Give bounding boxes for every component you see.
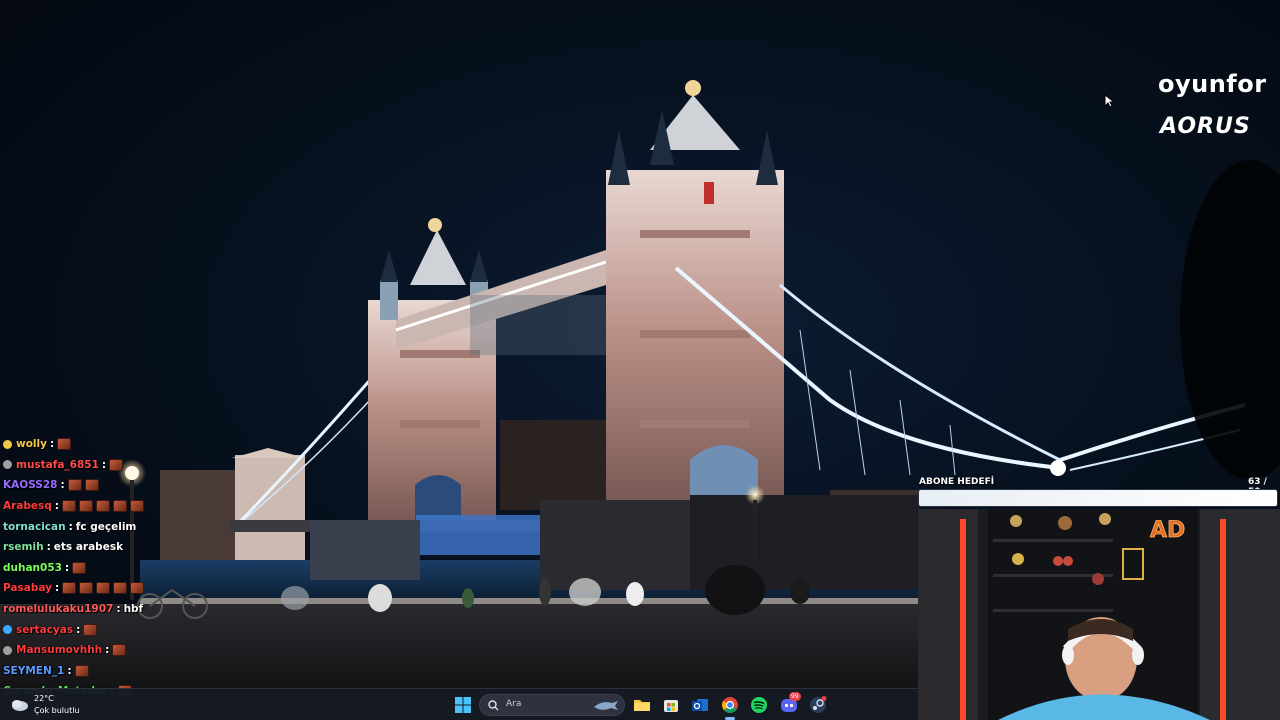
mouse-cursor-icon — [1104, 94, 1116, 108]
chat-message: SEYMEN_1: — [3, 661, 243, 682]
subscriber-goal-progress-bar — [918, 489, 1278, 507]
chat-separator: : — [116, 603, 121, 616]
cloud-weather-icon — [12, 700, 28, 711]
chat-separator: : — [68, 520, 73, 533]
chat-emote-icon — [62, 500, 76, 513]
chrome-icon[interactable] — [720, 695, 740, 715]
aorus-logo-text: AORUS — [1160, 114, 1251, 139]
search-highlight-icon — [594, 701, 618, 710]
weather-description: Çok bulutlu — [34, 706, 80, 715]
chat-emote-icon — [130, 582, 145, 595]
chat-overlay: wolly: mustafa_6851: KAOSS28: Arabesq: torna… — [3, 434, 243, 702]
chat-emote-icon — [113, 500, 127, 513]
windows-taskbar: 22°C Çok bulutlu Ara 99 — [0, 688, 918, 720]
oyunfor-logo: oyunfor — [1158, 70, 1267, 98]
chat-message: tornacican: fc geçelim — [3, 516, 243, 537]
chat-username[interactable]: Pasabay — [3, 582, 52, 594]
chat-separator: : — [46, 541, 51, 554]
chat-separator: : — [67, 664, 72, 677]
chat-message: KAOSS28: — [3, 475, 243, 496]
microsoft-store-icon[interactable] — [661, 695, 681, 715]
chat-username[interactable]: mustafa_6851 — [16, 459, 99, 471]
steam-icon[interactable] — [808, 695, 828, 715]
chat-separator: : — [54, 582, 60, 595]
chat-username[interactable]: rsemih — [3, 541, 44, 553]
chat-emote-icon — [130, 500, 144, 513]
chat-badge-icon — [3, 460, 12, 470]
chat-username[interactable]: wolly — [16, 438, 47, 450]
chat-username[interactable]: SEYMEN_1 — [3, 665, 64, 677]
chat-separator: : — [101, 458, 107, 471]
oyunfor-logo-text: oyunfor — [1158, 70, 1267, 98]
chat-emote-icon — [72, 561, 87, 574]
file-explorer-icon[interactable] — [632, 695, 652, 715]
chat-separator: : — [64, 561, 70, 574]
chat-separator: : — [49, 438, 55, 451]
chat-emote-icon — [84, 479, 99, 492]
outlook-icon[interactable] — [690, 695, 710, 715]
search-icon — [488, 700, 499, 711]
chat-emote-icon — [57, 438, 72, 451]
chat-separator: : — [76, 623, 81, 636]
aorus-logo: AORUS — [1160, 114, 1251, 139]
desktop-stream-view: oyunfor AORUS wolly: mustafa_6851: KAOSS28… — [0, 0, 1280, 720]
chat-message: mustafa_6851: — [3, 455, 243, 476]
webcam-feed: AD — [918, 509, 1280, 720]
chat-username[interactable]: Mansumovhhh — [16, 644, 102, 656]
chat-message: duhan053: — [3, 558, 243, 579]
chat-emote-icon — [96, 500, 110, 513]
search-placeholder: Ara — [506, 699, 522, 709]
chat-message: Pasabay: — [3, 578, 243, 599]
chat-emote-icon — [62, 582, 77, 595]
chat-emote-icon — [79, 500, 93, 513]
subscriber-goal-label: ABONE HEDEFİ — [919, 477, 995, 487]
chat-username[interactable]: sertacyas — [16, 624, 73, 636]
chat-separator: : — [54, 500, 59, 513]
chat-message: rsemih: ets arabesk — [3, 537, 243, 558]
chat-emote-icon — [67, 479, 82, 492]
svg-text:AD: AD — [1150, 518, 1185, 543]
chat-badge-icon — [3, 645, 12, 655]
chat-separator: : — [60, 479, 65, 492]
chat-emote-icon — [112, 644, 127, 657]
chat-username[interactable]: duhan053 — [3, 562, 62, 574]
chat-username[interactable]: KAOSS28 — [3, 479, 57, 491]
chat-text: ets arabesk — [53, 541, 124, 554]
chat-emote-icon — [79, 582, 94, 595]
chat-badge-icon — [3, 439, 12, 449]
weather-temperature: 22°C — [34, 694, 54, 703]
chat-separator: : — [105, 644, 110, 657]
chat-text: fc geçelim — [75, 520, 137, 533]
chat-message: sertacyas: — [3, 619, 243, 640]
chat-message: Arabesq: — [3, 496, 243, 517]
chat-badge-icon — [3, 625, 12, 635]
chat-username[interactable]: romelulukaku1907 — [3, 603, 113, 615]
chat-text: hbf — [123, 603, 144, 616]
chat-emote-icon — [96, 582, 111, 595]
chat-emote-icon — [109, 458, 124, 471]
chat-emote-icon — [83, 623, 98, 636]
windows-start-icon[interactable] — [453, 695, 473, 715]
discord-notification-badge: 99 — [789, 692, 801, 701]
chat-message: Mansumovhhh: — [3, 640, 243, 661]
chat-username[interactable]: Arabesq — [3, 500, 52, 512]
chat-message: romelulukaku1907: hbf — [3, 599, 243, 620]
taskbar-search-box[interactable]: Ara — [479, 694, 625, 716]
subscriber-goal-progress-fill — [919, 490, 1277, 506]
chat-message: wolly: — [3, 434, 243, 455]
chat-emote-icon — [113, 582, 128, 595]
chat-username[interactable]: tornacican — [3, 521, 66, 533]
spotify-icon[interactable] — [749, 695, 769, 715]
chat-emote-icon — [74, 664, 89, 677]
